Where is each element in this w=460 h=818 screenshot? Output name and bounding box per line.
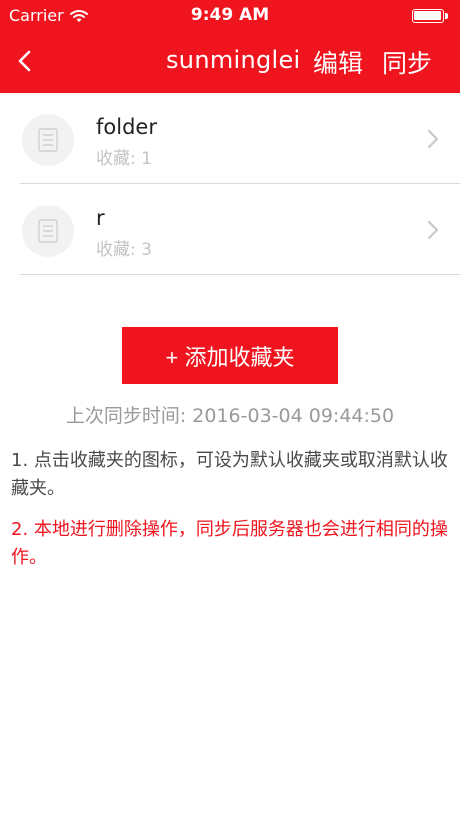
folder-name: r (96, 206, 105, 230)
help-note-default: 1. 点击收藏夹的图标，可设为默认收藏夹或取消默认收藏夹。 (11, 450, 448, 499)
status-time: 9:49 AM (190, 5, 270, 25)
row-divider (20, 274, 460, 275)
folder-row[interactable]: r 收藏: 3 (0, 184, 460, 275)
header: Carrier 9:49 AM sunminglei 编辑 同步 (0, 0, 460, 93)
back-chevron-icon[interactable] (10, 44, 44, 78)
edit-button[interactable]: 编辑 (313, 44, 363, 80)
folder-name: folder (96, 115, 157, 139)
status-bar: Carrier 9:49 AM (0, 0, 460, 32)
last-sync-label: 上次同步时间: (65, 405, 187, 427)
list-icon (38, 219, 58, 243)
last-sync-value: 2016-03-04 09:44:50 (192, 405, 395, 427)
folder-count: 收藏: 1 (96, 149, 152, 169)
last-sync-info: 上次同步时间: 2016-03-04 09:44:50 (0, 401, 460, 428)
chevron-right-icon (427, 220, 439, 240)
page-title: sunminglei (166, 46, 301, 74)
add-folder-button[interactable]: + 添加收藏夹 (122, 327, 338, 384)
battery-icon (412, 9, 448, 23)
help-note-delete-warning: 2. 本地进行删除操作，同步后服务器也会进行相同的操作。 (11, 519, 448, 568)
folder-default-toggle[interactable] (22, 114, 74, 166)
folder-list: folder 收藏: 1 r 收藏: 3 (0, 93, 460, 275)
list-icon (38, 128, 58, 152)
chevron-right-icon (427, 129, 439, 149)
folder-default-toggle[interactable] (22, 205, 74, 257)
nav-bar: sunminglei 编辑 同步 (0, 32, 460, 93)
sync-button[interactable]: 同步 (382, 44, 432, 80)
folder-count: 收藏: 3 (96, 240, 152, 260)
folder-row[interactable]: folder 收藏: 1 (0, 93, 460, 184)
